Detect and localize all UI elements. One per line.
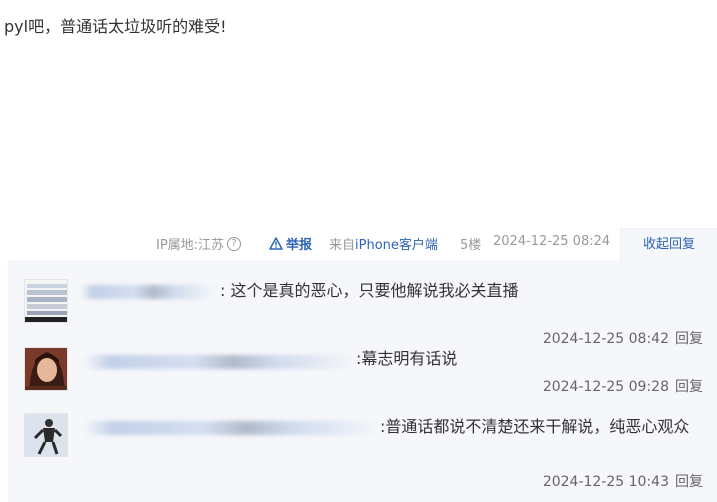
ip-location: IP属地:江苏 ?: [156, 234, 242, 253]
reply-item: :普通话都说不清楚还来干解说，纯恶心观众 2024-12-25 10:43 回复: [8, 412, 717, 500]
ip-location-label: IP属地:江苏: [156, 238, 225, 253]
reply-button[interactable]: 回复: [675, 379, 703, 395]
avatar[interactable]: [24, 413, 68, 457]
reply-button[interactable]: 回复: [675, 474, 703, 490]
reply-button[interactable]: 回复: [675, 331, 703, 347]
post-meta-bar: IP属地:江苏 ? 举报 来自iPhone客户端 5楼 2024-12-25 0…: [0, 228, 717, 260]
report-button[interactable]: 举报: [269, 234, 312, 253]
source-prefix: 来自: [329, 238, 356, 253]
post-time: 2024-12-25 08:24: [493, 234, 611, 249]
reply-footer: 2024-12-25 08:42 回复: [543, 328, 703, 348]
reply-time: 2024-12-25 08:42: [542, 331, 669, 347]
reply-item: :幕志明有话说 2024-12-25 09:28 回复: [8, 346, 717, 408]
source-device-link[interactable]: iPhone客户端: [355, 238, 438, 253]
report-label: 举报: [286, 238, 313, 253]
reply-content: :普通话都说不清楚还来干解说，纯恶心观众: [380, 417, 690, 436]
question-circle-icon[interactable]: ?: [227, 236, 242, 251]
post-content: pyl吧，普通话太垃圾听的难受!: [4, 17, 227, 36]
avatar[interactable]: [24, 347, 68, 391]
reply-time: 2024-12-25 10:43: [542, 474, 669, 490]
reply-footer: 2024-12-25 09:28 回复: [543, 376, 703, 396]
avatar-image: [25, 348, 67, 390]
collapse-replies-button[interactable]: 收起回复: [620, 228, 717, 260]
floor-number: 5楼: [460, 238, 482, 253]
reply-content: :幕志明有话说: [356, 349, 458, 368]
post-source: 来自iPhone客户端: [329, 234, 438, 253]
warning-triangle-icon: [269, 237, 283, 250]
reply-item: : 这个是真的恶心，只要他解说我必关直播 2024-12-25 08:42 回复: [8, 277, 717, 347]
reply-time: 2024-12-25 09:28: [542, 379, 669, 395]
avatar-image: [25, 280, 67, 322]
reply-username-blurred[interactable]: [80, 285, 214, 299]
reply-content: : 这个是真的恶心，只要他解说我必关直播: [220, 281, 519, 300]
avatar[interactable]: [24, 279, 68, 323]
reply-list: : 这个是真的恶心，只要他解说我必关直播 2024-12-25 08:42 回复 …: [8, 260, 717, 502]
avatar-image: [25, 414, 67, 456]
reply-username-blurred[interactable]: [84, 355, 356, 369]
reply-footer: 2024-12-25 10:43 回复: [543, 471, 703, 491]
